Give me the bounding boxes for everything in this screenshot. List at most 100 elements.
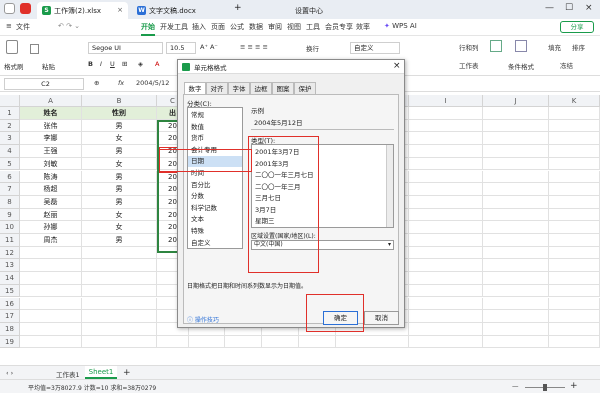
menu-home[interactable]: 开始 xyxy=(141,22,155,36)
tab-document[interactable]: W 文字文稿.docx xyxy=(132,2,228,19)
row-header[interactable]: 5 xyxy=(0,157,20,171)
data-cell[interactable]: 男 xyxy=(82,170,157,184)
grid-cell[interactable] xyxy=(409,284,483,298)
grid-cell[interactable] xyxy=(483,322,549,336)
grid-cell[interactable] xyxy=(549,195,600,209)
row-header[interactable]: 10 xyxy=(0,221,20,234)
row-header[interactable]: 19 xyxy=(0,335,20,349)
add-sheet-button[interactable]: + xyxy=(123,368,131,378)
grid-cell[interactable] xyxy=(483,183,549,196)
grid-cell[interactable] xyxy=(20,335,82,349)
row-header[interactable]: 14 xyxy=(0,272,20,285)
grid-cell[interactable] xyxy=(20,310,82,323)
grid-cell[interactable] xyxy=(336,335,409,349)
sheet-tab-other[interactable]: 工作表1 xyxy=(56,369,80,379)
grid-cell[interactable] xyxy=(82,310,157,323)
table-style-icon[interactable] xyxy=(490,40,502,52)
name-box[interactable]: C2 xyxy=(4,78,84,90)
grid-cell[interactable] xyxy=(82,284,157,298)
grid-cell[interactable] xyxy=(262,335,299,349)
grid-cell[interactable] xyxy=(549,183,600,196)
rows-cols-button[interactable]: 行和列 xyxy=(459,42,479,52)
grid-cell[interactable] xyxy=(549,246,600,260)
align-icons[interactable]: ≡ ≡ ≡ ≡ xyxy=(240,43,268,51)
grid-cell[interactable] xyxy=(549,284,600,298)
grid-cell[interactable] xyxy=(409,297,483,311)
category-item[interactable]: 货币 xyxy=(191,133,204,144)
category-item[interactable]: 分数 xyxy=(191,191,204,202)
wps-logo-icon[interactable] xyxy=(20,3,31,14)
sheet-nav-icons[interactable]: ‹ › xyxy=(6,369,13,377)
grid-cell[interactable] xyxy=(409,335,483,349)
row-header[interactable]: 11 xyxy=(0,234,20,247)
grid-cell[interactable] xyxy=(409,107,483,120)
menu-review[interactable]: 审阅 xyxy=(268,22,282,32)
grid-cell[interactable] xyxy=(549,221,600,234)
grid-cell[interactable] xyxy=(483,234,549,247)
grid-cell[interactable] xyxy=(549,107,600,120)
grid-cell[interactable] xyxy=(483,335,549,349)
menu-icon[interactable]: ≡ xyxy=(6,22,12,30)
row-header[interactable]: 9 xyxy=(0,208,20,222)
data-cell[interactable]: 张伟 xyxy=(20,119,82,133)
grid-cell[interactable] xyxy=(20,322,82,336)
grid-cell[interactable] xyxy=(549,119,600,133)
conditional-format-button[interactable]: 条件格式 xyxy=(508,61,534,71)
grid-cell[interactable] xyxy=(82,335,157,349)
category-item[interactable]: 数值 xyxy=(191,122,204,133)
select-all-corner[interactable] xyxy=(0,95,20,107)
zoom-in-button[interactable]: + xyxy=(570,381,578,391)
grid-cell[interactable] xyxy=(409,234,483,247)
row-header[interactable]: 4 xyxy=(0,145,20,158)
data-cell[interactable]: 女 xyxy=(82,208,157,222)
data-cell[interactable]: 男 xyxy=(82,195,157,209)
close-icon[interactable]: × xyxy=(117,6,123,14)
grid-cell[interactable] xyxy=(549,272,600,285)
data-cell[interactable]: 男 xyxy=(82,119,157,133)
font-size-select[interactable]: 10.5 xyxy=(166,42,196,54)
category-item[interactable]: 百分比 xyxy=(191,180,211,191)
data-cell[interactable]: 孙娜 xyxy=(20,221,82,234)
column-header[interactable]: A xyxy=(20,95,82,107)
grid-cell[interactable] xyxy=(409,119,483,133)
grid-cell[interactable] xyxy=(20,272,82,285)
data-cell[interactable]: 李娜 xyxy=(20,132,82,146)
menu-page[interactable]: 页面 xyxy=(211,22,225,32)
type-list-scrollbar[interactable] xyxy=(386,145,393,227)
category-list[interactable]: 常规 数值 货币 会计专用 日期 时间 百分比 分数 科学记数 文本 特殊 自定义 xyxy=(187,107,243,249)
font-grow-icon[interactable]: A⁺ A⁻ xyxy=(200,43,218,51)
column-header[interactable]: J xyxy=(483,95,549,107)
data-cell[interactable]: 男 xyxy=(82,234,157,247)
column-header[interactable]: B xyxy=(82,95,157,107)
grid-cell[interactable] xyxy=(409,208,483,222)
row-header[interactable]: 17 xyxy=(0,310,20,323)
grid-cell[interactable] xyxy=(483,284,549,298)
tab-pattern[interactable]: 图案 xyxy=(272,82,294,94)
undo-icon[interactable]: ↶ ↷ ⌄ xyxy=(58,22,80,30)
column-header[interactable]: K xyxy=(549,95,600,107)
grid-cell[interactable] xyxy=(483,195,549,209)
category-item[interactable]: 常规 xyxy=(191,110,204,121)
data-cell[interactable]: 赵丽 xyxy=(20,208,82,222)
grid-cell[interactable] xyxy=(549,145,600,158)
grid-cell[interactable] xyxy=(549,234,600,247)
copy-icon[interactable] xyxy=(30,44,39,54)
data-cell[interactable]: 男 xyxy=(82,145,157,158)
grid-cell[interactable] xyxy=(549,297,600,311)
header-cell[interactable]: 姓名 xyxy=(20,107,82,120)
grid-cell[interactable] xyxy=(549,322,600,336)
grid-cell[interactable] xyxy=(409,322,483,336)
data-cell[interactable]: 刘敏 xyxy=(20,157,82,171)
tab-protection[interactable]: 保护 xyxy=(294,82,316,94)
grid-cell[interactable] xyxy=(409,272,483,285)
grid-cell[interactable] xyxy=(409,246,483,260)
grid-cell[interactable] xyxy=(299,335,336,349)
zoom-icon[interactable]: ⊕ xyxy=(94,79,99,87)
data-cell[interactable]: 吴磊 xyxy=(20,195,82,209)
row-header[interactable]: 18 xyxy=(0,322,20,336)
new-tab-button[interactable]: + xyxy=(234,3,242,13)
category-item[interactable]: 文本 xyxy=(191,214,204,225)
grid-cell[interactable] xyxy=(549,208,600,222)
row-header[interactable]: 1 xyxy=(0,107,20,120)
data-cell[interactable]: 周杰 xyxy=(20,234,82,247)
